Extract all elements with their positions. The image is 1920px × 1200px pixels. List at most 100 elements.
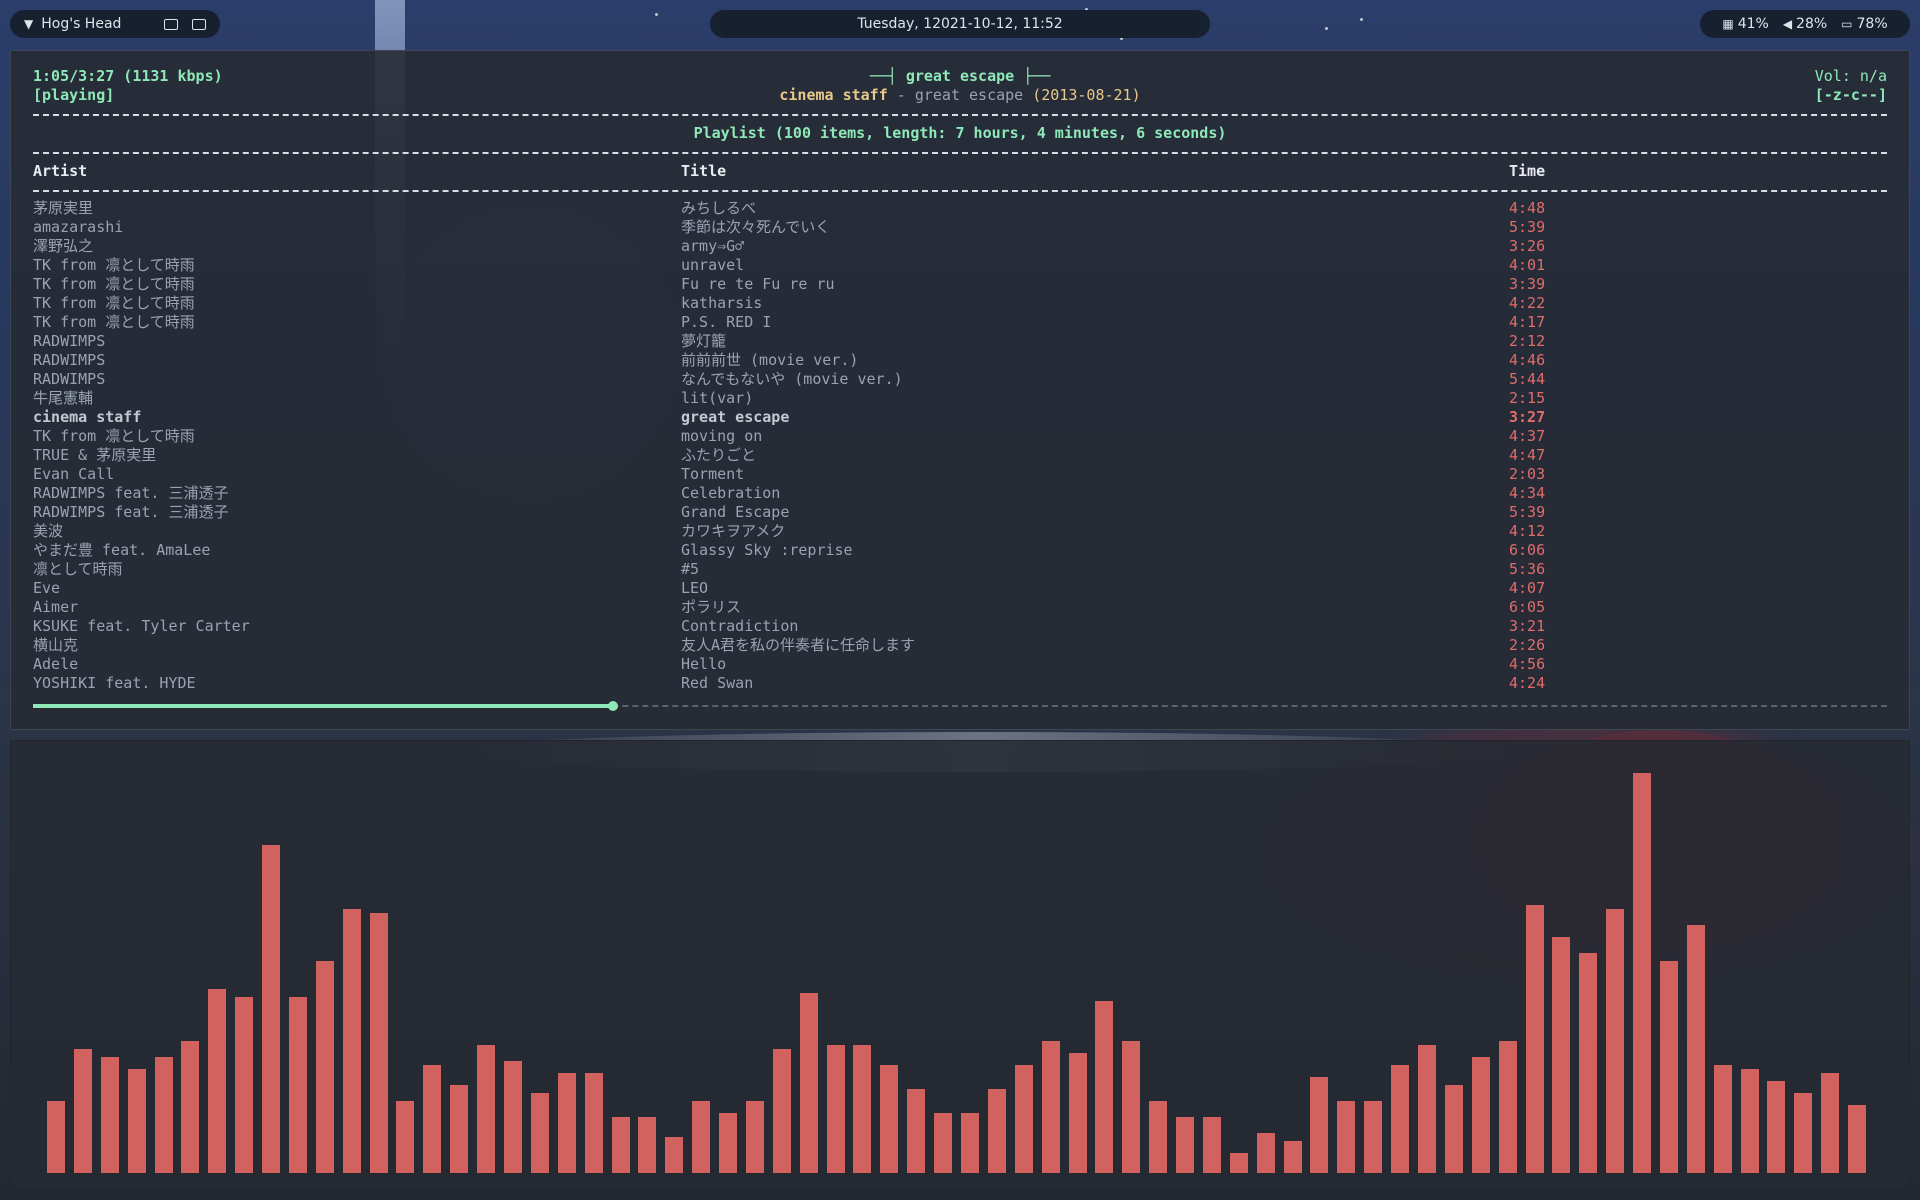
playlist-row[interactable]: Eve LEO 4:07 bbox=[33, 579, 1887, 598]
shield-icon: ▼ bbox=[24, 17, 34, 31]
visualizer-bar bbox=[1068, 1053, 1087, 1173]
track-artist: TK from 凛として時雨 bbox=[33, 294, 195, 312]
visualizer-bar bbox=[1122, 1041, 1141, 1173]
visualizer-bar bbox=[1283, 1141, 1302, 1173]
visualizer-bar bbox=[1740, 1069, 1759, 1173]
visualizer-bar bbox=[907, 1089, 926, 1173]
visualizer-bar bbox=[880, 1065, 899, 1173]
track-title: 前前前世 (movie ver.) bbox=[681, 351, 859, 369]
playlist-row[interactable]: Adele Hello 4:56 bbox=[33, 655, 1887, 674]
playlist-row[interactable]: RADWIMPS feat. 三浦透子 Grand Escape 5:39 bbox=[33, 503, 1887, 522]
track-artist: Aimer bbox=[33, 598, 79, 616]
playlist-row[interactable]: 牛尾憲輔 lit(var) 2:15 bbox=[33, 389, 1887, 408]
playlist: 茅原実里 みちしるべ 4:48 amazarashi 季節は次々死んでいく 5:39 澤野弘… bbox=[33, 199, 1887, 693]
volume-status[interactable]: ◀ 28% bbox=[1783, 16, 1827, 32]
visualizer-bar bbox=[208, 989, 227, 1173]
keyboard-icon[interactable] bbox=[192, 18, 206, 30]
divider bbox=[33, 152, 1887, 154]
volume-readout: Vol: n/a bbox=[1814, 67, 1887, 85]
clock-pill[interactable]: Tuesday, 12021-10-12, 11:52 bbox=[710, 10, 1210, 38]
playlist-row[interactable]: amazarashi 季節は次々死んでいく 5:39 bbox=[33, 218, 1887, 237]
playlist-row[interactable]: TK from 凛として時雨 katharsis 4:22 bbox=[33, 294, 1887, 313]
track-title: Hello bbox=[681, 655, 727, 673]
track-time: 4:24 bbox=[1509, 674, 1546, 692]
background-star bbox=[1325, 27, 1328, 30]
visualizer-bar bbox=[799, 993, 818, 1173]
visualizer-bar bbox=[1794, 1093, 1813, 1173]
column-header-artist[interactable]: Artist bbox=[33, 162, 87, 180]
tray-window-icon[interactable] bbox=[164, 18, 178, 30]
playlist-row[interactable]: Evan Call Torment 2:03 bbox=[33, 465, 1887, 484]
track-artist: TK from 凛として時雨 bbox=[33, 313, 195, 331]
datetime: Tuesday, 12021-10-12, 11:52 bbox=[857, 16, 1063, 32]
playlist-row[interactable]: KSUKE feat. Tyler Carter Contradiction 3:2… bbox=[33, 617, 1887, 636]
workspace-pill[interactable]: ▼ Hog's Head bbox=[10, 10, 220, 38]
track-artist: Evan Call bbox=[33, 465, 115, 483]
visualizer-bar bbox=[154, 1057, 173, 1173]
track-artist: RADWIMPS bbox=[33, 332, 106, 350]
visualizer-bar bbox=[692, 1101, 711, 1173]
playlist-row[interactable]: 茅原実里 みちしるべ 4:48 bbox=[33, 199, 1887, 218]
visualizer-bar bbox=[1418, 1045, 1436, 1173]
status-pill[interactable]: ▦ 41% ◀ 28% ▭ 78% bbox=[1700, 10, 1910, 38]
mode-flags: [-z-c--] bbox=[1814, 86, 1887, 104]
playlist-row[interactable]: TK from 凛として時雨 moving on 4:37 bbox=[33, 427, 1887, 446]
track-artist: RADWIMPS bbox=[33, 351, 106, 369]
playlist-row[interactable]: YOSHIKI feat. HYDE Red Swan 4:24 bbox=[33, 674, 1887, 693]
visualizer-bar bbox=[1659, 961, 1678, 1173]
visualizer-bar bbox=[530, 1093, 549, 1173]
track-title: lit(var) bbox=[681, 389, 754, 407]
track-artist: cinema staff bbox=[33, 408, 142, 426]
visualizer-bar bbox=[1471, 1057, 1490, 1173]
visualizer-bar bbox=[47, 1101, 65, 1173]
playlist-row[interactable]: RADWIMPS 夢灯籠 2:12 bbox=[33, 332, 1887, 351]
playlist-row[interactable]: RADWIMPS 前前前世 (movie ver.) 4:46 bbox=[33, 351, 1887, 370]
visualizer-bar bbox=[1202, 1117, 1221, 1173]
visualizer-bar bbox=[315, 961, 334, 1173]
visualizer-bar bbox=[1552, 937, 1571, 1173]
playlist-row[interactable]: TK from 凛として時雨 P.S. RED I 4:17 bbox=[33, 313, 1887, 332]
track-artist: 澤野弘之 bbox=[33, 237, 94, 255]
visualizer-bar bbox=[100, 1057, 119, 1173]
progress-handle[interactable] bbox=[608, 701, 619, 711]
visualizer-bar bbox=[1606, 909, 1625, 1173]
visualizer-bar bbox=[1498, 1041, 1517, 1173]
playlist-row[interactable]: RADWIMPS feat. 三浦透子 Celebration 4:34 bbox=[33, 484, 1887, 503]
visualizer-bar bbox=[262, 845, 281, 1173]
track-artist: Eve bbox=[33, 579, 61, 597]
visualizer-bar bbox=[1848, 1105, 1867, 1173]
visualizer-bar bbox=[1095, 1001, 1114, 1173]
playlist-row[interactable]: 横山克 友人A君を私の伴奏者に任命します 2:26 bbox=[33, 636, 1887, 655]
visualizer-bar bbox=[961, 1113, 979, 1173]
track-title: カワキヲアメク bbox=[681, 522, 786, 540]
visualizer-bars bbox=[47, 753, 1873, 1173]
track-artist: 凛として時雨 bbox=[33, 560, 123, 578]
playlist-row[interactable]: TK from 凛として時雨 unravel 4:01 bbox=[33, 256, 1887, 275]
track-artist: 牛尾憲輔 bbox=[33, 389, 94, 407]
playlist-row[interactable]: 澤野弘之 army⇒G♂ 3:26 bbox=[33, 237, 1887, 256]
playlist-summary: Playlist (100 items, length: 7 hours, 4 … bbox=[693, 124, 1227, 142]
track-time: 3:39 bbox=[1509, 275, 1546, 293]
playlist-row-current[interactable]: cinema staff great escape 3:27 bbox=[33, 408, 1887, 427]
progress-bar[interactable] bbox=[33, 701, 1887, 711]
track-time: 6:05 bbox=[1509, 598, 1546, 616]
track-time: 4:07 bbox=[1509, 579, 1546, 597]
background-star bbox=[655, 13, 658, 16]
column-header-time[interactable]: Time bbox=[1509, 162, 1545, 180]
playlist-row[interactable]: 凛として時雨 #5 5:36 bbox=[33, 560, 1887, 579]
visualizer-bar bbox=[1444, 1085, 1463, 1173]
playlist-row[interactable]: 美波 カワキヲアメク 4:12 bbox=[33, 522, 1887, 541]
playlist-row[interactable]: TK from 凛として時雨 Fu re te Fu re ru 3:39 bbox=[33, 275, 1887, 294]
playlist-row[interactable]: TRUE & 茅原実里 ふたりごと 4:47 bbox=[33, 446, 1887, 465]
track-artist: TK from 凛として時雨 bbox=[33, 427, 195, 445]
column-header-title[interactable]: Title bbox=[681, 162, 726, 180]
playlist-row[interactable]: Aimer ポラリス 6:05 bbox=[33, 598, 1887, 617]
playlist-row[interactable]: RADWIMPS なんでもないや (movie ver.) 5:44 bbox=[33, 370, 1887, 389]
visualizer-bar bbox=[1041, 1041, 1060, 1173]
track-time: 3:26 bbox=[1509, 237, 1546, 255]
playlist-row[interactable]: やまだ豊 feat. AmaLee Glassy Sky :reprise 6:06 bbox=[33, 541, 1887, 560]
workspace-name: Hog's Head bbox=[41, 16, 122, 32]
visualizer-bar bbox=[1229, 1153, 1248, 1173]
track-title: LEO bbox=[681, 579, 709, 597]
visualizer-bar bbox=[288, 997, 307, 1173]
